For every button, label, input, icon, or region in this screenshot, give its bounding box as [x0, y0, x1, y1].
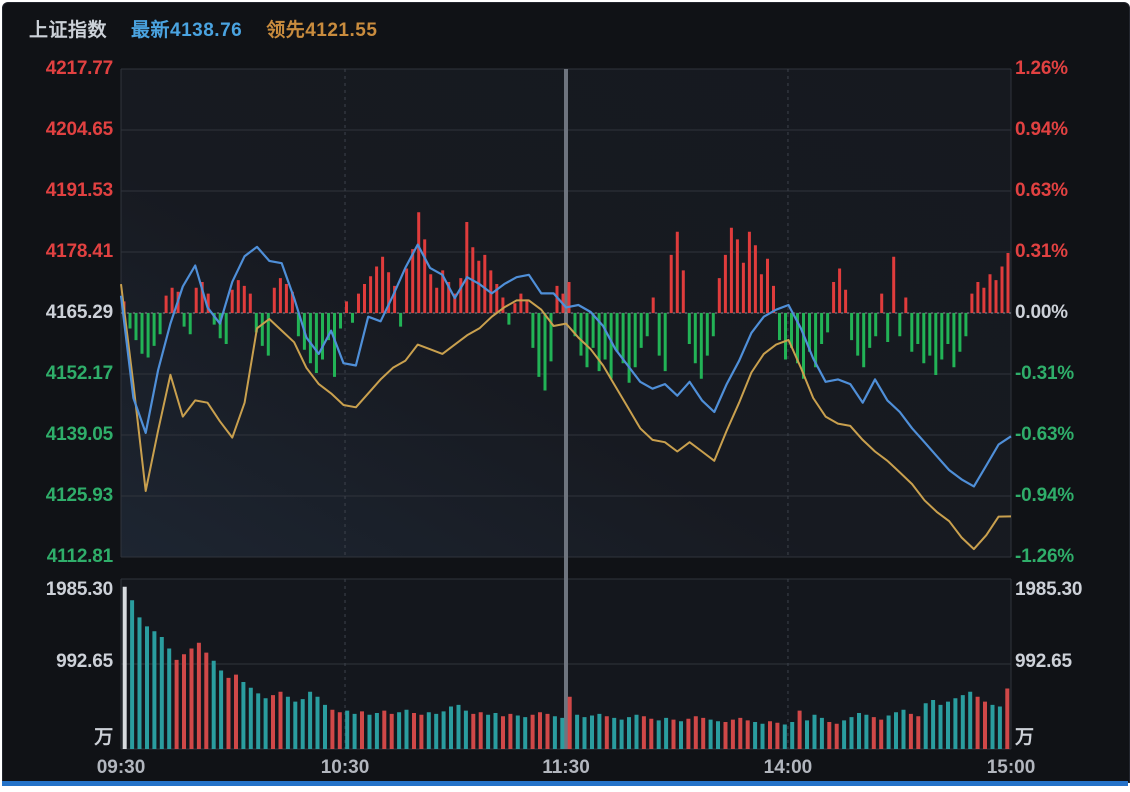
- percent-axis-label: -0.63%: [1015, 423, 1125, 447]
- volume-bar-open: [123, 587, 127, 749]
- intraday-chart-canvas[interactable]: [3, 3, 1129, 782]
- percent-axis-label: -0.94%: [1015, 484, 1125, 508]
- volume-axis-label-left: 1985.30: [9, 578, 113, 602]
- time-axis-label: 11:30: [516, 755, 616, 781]
- chart-header: 上证指数 最新4138.76 领先4121.55: [29, 15, 377, 42]
- leading-price: 领先4121.55: [266, 15, 377, 42]
- percent-axis-label: -0.31%: [1015, 362, 1125, 386]
- price-axis-label: 4125.93: [9, 484, 113, 508]
- price-axis-label: 4204.65: [9, 118, 113, 142]
- stock-chart-window: 上证指数 最新4138.76 领先4121.55 4217.77 4204.65 4…: [2, 2, 1130, 783]
- volume-axis-label-right: 1985.30: [1015, 578, 1125, 602]
- time-axis-label: 14:00: [738, 755, 838, 781]
- bottom-accent-bar: [2, 781, 1128, 786]
- percent-axis-label: -1.26%: [1015, 545, 1125, 569]
- percent-axis-label: 0.94%: [1015, 118, 1125, 142]
- time-axis-label: 10:30: [295, 755, 395, 781]
- price-axis-label: 4191.53: [9, 179, 113, 203]
- volume-axis-label-right: 万: [1015, 726, 1125, 750]
- price-axis-label: 4139.05: [9, 423, 113, 447]
- time-axis-label: 09:30: [71, 755, 171, 781]
- price-axis-label: 4152.17: [9, 362, 113, 386]
- latest-price: 最新4138.76: [131, 15, 242, 42]
- percent-axis-label: 0.31%: [1015, 240, 1125, 264]
- screenshot-stage: 上证指数 最新4138.76 领先4121.55 4217.77 4204.65 4…: [0, 0, 1130, 792]
- percent-axis-label: 0.00%: [1015, 301, 1125, 325]
- volume-axis-label-left: 992.65: [9, 650, 113, 674]
- percent-axis-label: 1.26%: [1015, 57, 1125, 81]
- time-axis-label: 15:00: [961, 755, 1061, 781]
- percent-axis-label: 0.63%: [1015, 179, 1125, 203]
- price-axis-label: 4178.41: [9, 240, 113, 264]
- volume-axis-label-left: 万: [9, 726, 113, 750]
- price-axis-label: 4217.77: [9, 57, 113, 81]
- price-axis-label: 4165.29: [9, 301, 113, 325]
- index-name: 上证指数: [29, 15, 107, 42]
- volume-axis-label-right: 992.65: [1015, 650, 1125, 674]
- price-axis-label: 4112.81: [9, 545, 113, 569]
